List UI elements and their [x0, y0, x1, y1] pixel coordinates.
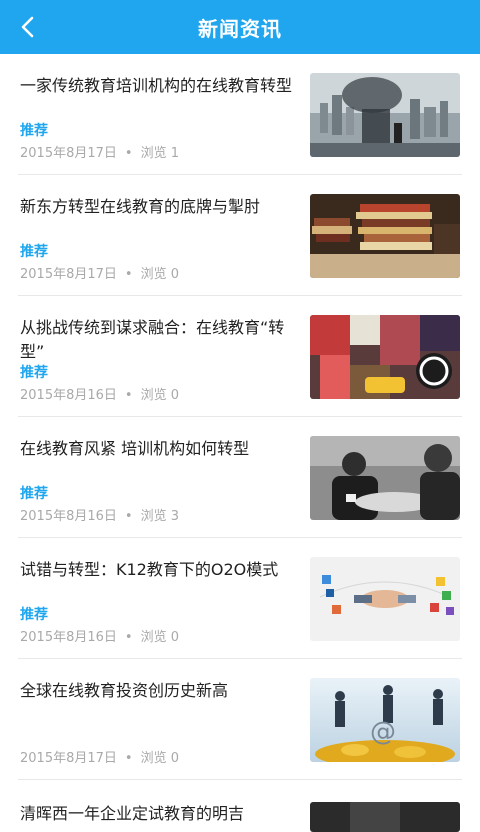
news-item[interactable]: 在线教育风紧 培训机构如何转型 推荐 2015年8月16日 • 浏览 3	[18, 417, 462, 538]
investors-coins-illustration: @	[310, 678, 460, 762]
news-item[interactable]: 从挑战传统到谋求融合：在线教育“转型” 推荐 2015年8月16日 • 浏览 0	[18, 296, 462, 417]
news-title: 清晖西一年企业定试教育的明吉	[20, 804, 245, 823]
view-count: 浏览 1	[140, 146, 179, 161]
news-list: 一家传统教育培训机构的在线教育转型 推荐 2015年8月17日 • 浏览 1 新东方…	[0, 54, 480, 832]
view-count: 浏览 3	[140, 509, 179, 524]
meta-separator: •	[124, 388, 133, 403]
news-date: 2015年8月17日	[20, 267, 117, 282]
news-meta: 2015年8月16日 • 浏览 0	[20, 384, 179, 403]
news-meta: 2015年8月17日 • 浏览 0	[20, 747, 179, 766]
news-date: 2015年8月17日	[20, 146, 117, 161]
news-title: 新东方转型在线教育的底牌与掣肘	[20, 197, 261, 216]
book-stack-photo	[310, 194, 460, 278]
news-title: 全球在线教育投资创历史新高	[20, 681, 229, 700]
news-meta: 2015年8月17日 • 浏览 0	[20, 263, 179, 282]
recommend-tag: 推荐	[20, 486, 48, 502]
news-title: 试错与转型：K12教育下的O2O模式	[20, 560, 279, 579]
meeting-photo	[310, 436, 460, 520]
recommend-tag: 推荐	[20, 607, 48, 623]
news-item[interactable]: 全球在线教育投资创历史新高 2015年8月17日 • 浏览 0 @	[18, 659, 462, 780]
back-button[interactable]	[10, 9, 46, 45]
meta-separator: •	[124, 630, 133, 645]
meta-separator: •	[124, 751, 133, 766]
chevron-left-icon	[21, 16, 34, 38]
view-count: 浏览 0	[140, 751, 179, 766]
news-date: 2015年8月17日	[20, 751, 117, 766]
view-count: 浏览 0	[140, 388, 179, 403]
recommend-tag: 推荐	[20, 365, 48, 381]
page-title: 新闻资讯	[198, 16, 282, 41]
news-meta: 2015年8月17日 • 浏览 1	[20, 142, 179, 161]
view-count: 浏览 0	[140, 267, 179, 282]
news-item[interactable]: 新东方转型在线教育的底牌与掣肘 推荐 2015年8月17日 • 浏览 0	[18, 175, 462, 296]
news-title: 在线教育风紧 培训机构如何转型	[20, 439, 250, 458]
news-date: 2015年8月16日	[20, 388, 117, 403]
news-item[interactable]: 一家传统教育培训机构的在线教育转型 推荐 2015年8月17日 • 浏览 1	[18, 54, 462, 175]
news-title: 一家传统教育培训机构的在线教育转型	[20, 76, 293, 95]
news-item[interactable]: 清晖西一年企业定试教育的明吉	[18, 780, 462, 832]
recommend-tag: 推荐	[20, 123, 48, 139]
news-meta: 2015年8月16日 • 浏览 0	[20, 626, 179, 645]
recommend-tag: 推荐	[20, 244, 48, 260]
handshake-apps-illustration	[310, 557, 460, 641]
news-date: 2015年8月16日	[20, 509, 117, 524]
news-meta: 2015年8月16日 • 浏览 3	[20, 505, 179, 524]
news-date: 2015年8月16日	[20, 630, 117, 645]
street-storefront-photo	[310, 315, 460, 399]
svg-text:@: @	[370, 717, 396, 747]
meta-separator: •	[124, 509, 133, 524]
meta-separator: •	[124, 146, 133, 161]
app-header: 新闻资讯	[0, 0, 480, 54]
dark-photo	[310, 802, 460, 832]
news-item[interactable]: 试错与转型：K12教育下的O2O模式 推荐 2015年8月16日 • 浏览 0	[18, 538, 462, 659]
meta-separator: •	[124, 267, 133, 282]
city-businessman-photo	[310, 73, 460, 157]
news-title: 从挑战传统到谋求融合：在线教育“转型”	[20, 318, 285, 361]
view-count: 浏览 0	[140, 630, 179, 645]
